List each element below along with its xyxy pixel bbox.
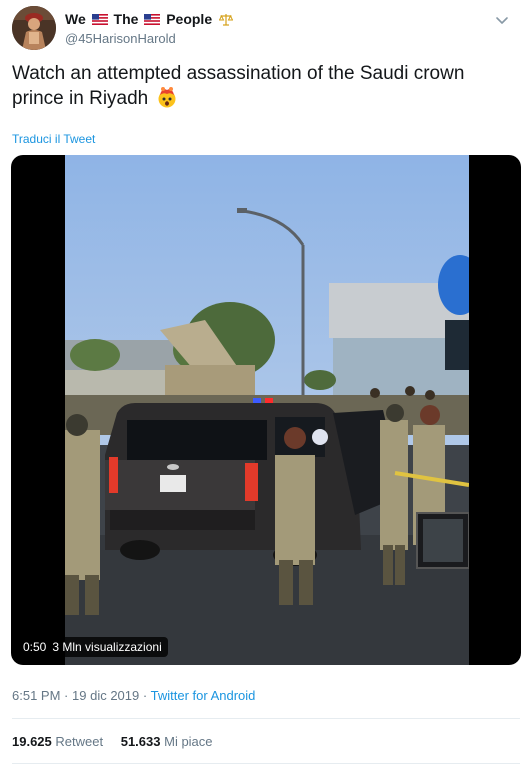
divider [12, 718, 520, 719]
user-handle[interactable]: @45HarisonHarold [65, 30, 233, 48]
us-flag-icon [91, 11, 108, 25]
tweet-date[interactable]: 19 dic 2019 [72, 688, 139, 703]
video-view-count: 3 Mln visualizzazioni [52, 640, 162, 654]
tweet-text: Watch an attempted assassination of the … [12, 62, 512, 115]
avatar[interactable] [12, 6, 56, 50]
translate-tweet-link[interactable]: Traduci il Tweet [12, 132, 95, 146]
name-middle: The [113, 11, 139, 27]
retweets-stat[interactable]: 19.625 Retweet [12, 734, 103, 749]
likes-stat[interactable]: 51.633 Mi piace [121, 734, 213, 749]
tweet-source-link[interactable]: Twitter for Android [151, 688, 256, 703]
us-flag-icon [144, 11, 161, 25]
tweet-body: Watch an attempted assassination of the … [12, 63, 465, 109]
meta-separator: · [142, 688, 148, 703]
name-first: We [65, 11, 86, 27]
balance-scale-icon [218, 12, 234, 30]
retweets-count: 19.625 [12, 734, 52, 749]
name-last: People [166, 11, 213, 27]
display-name[interactable]: We The People [65, 10, 234, 30]
exploding-head-icon [156, 86, 178, 115]
video-player[interactable]: 0:50 3 Mln visualizzazioni [11, 155, 521, 665]
video-frame [65, 155, 469, 665]
retweets-label: Retweet [55, 734, 104, 749]
video-duration: 0:50 [23, 640, 47, 654]
chevron-down-icon[interactable] [492, 10, 512, 30]
tweet-stats: 19.625 Retweet 51.633 Mi piace [12, 734, 213, 749]
video-info-badge: 0:50 3 Mln visualizzazioni [17, 637, 168, 657]
tweet-meta: 6:51 PM · 19 dic 2019 · Twitter for Andr… [12, 688, 255, 703]
likes-label: Mi piace [164, 734, 213, 749]
likes-count: 51.633 [120, 734, 161, 749]
tweet-time[interactable]: 6:51 PM [12, 688, 60, 703]
meta-separator: · [64, 688, 69, 703]
tweet-header: We The People @45HarisonHarold [12, 4, 512, 52]
